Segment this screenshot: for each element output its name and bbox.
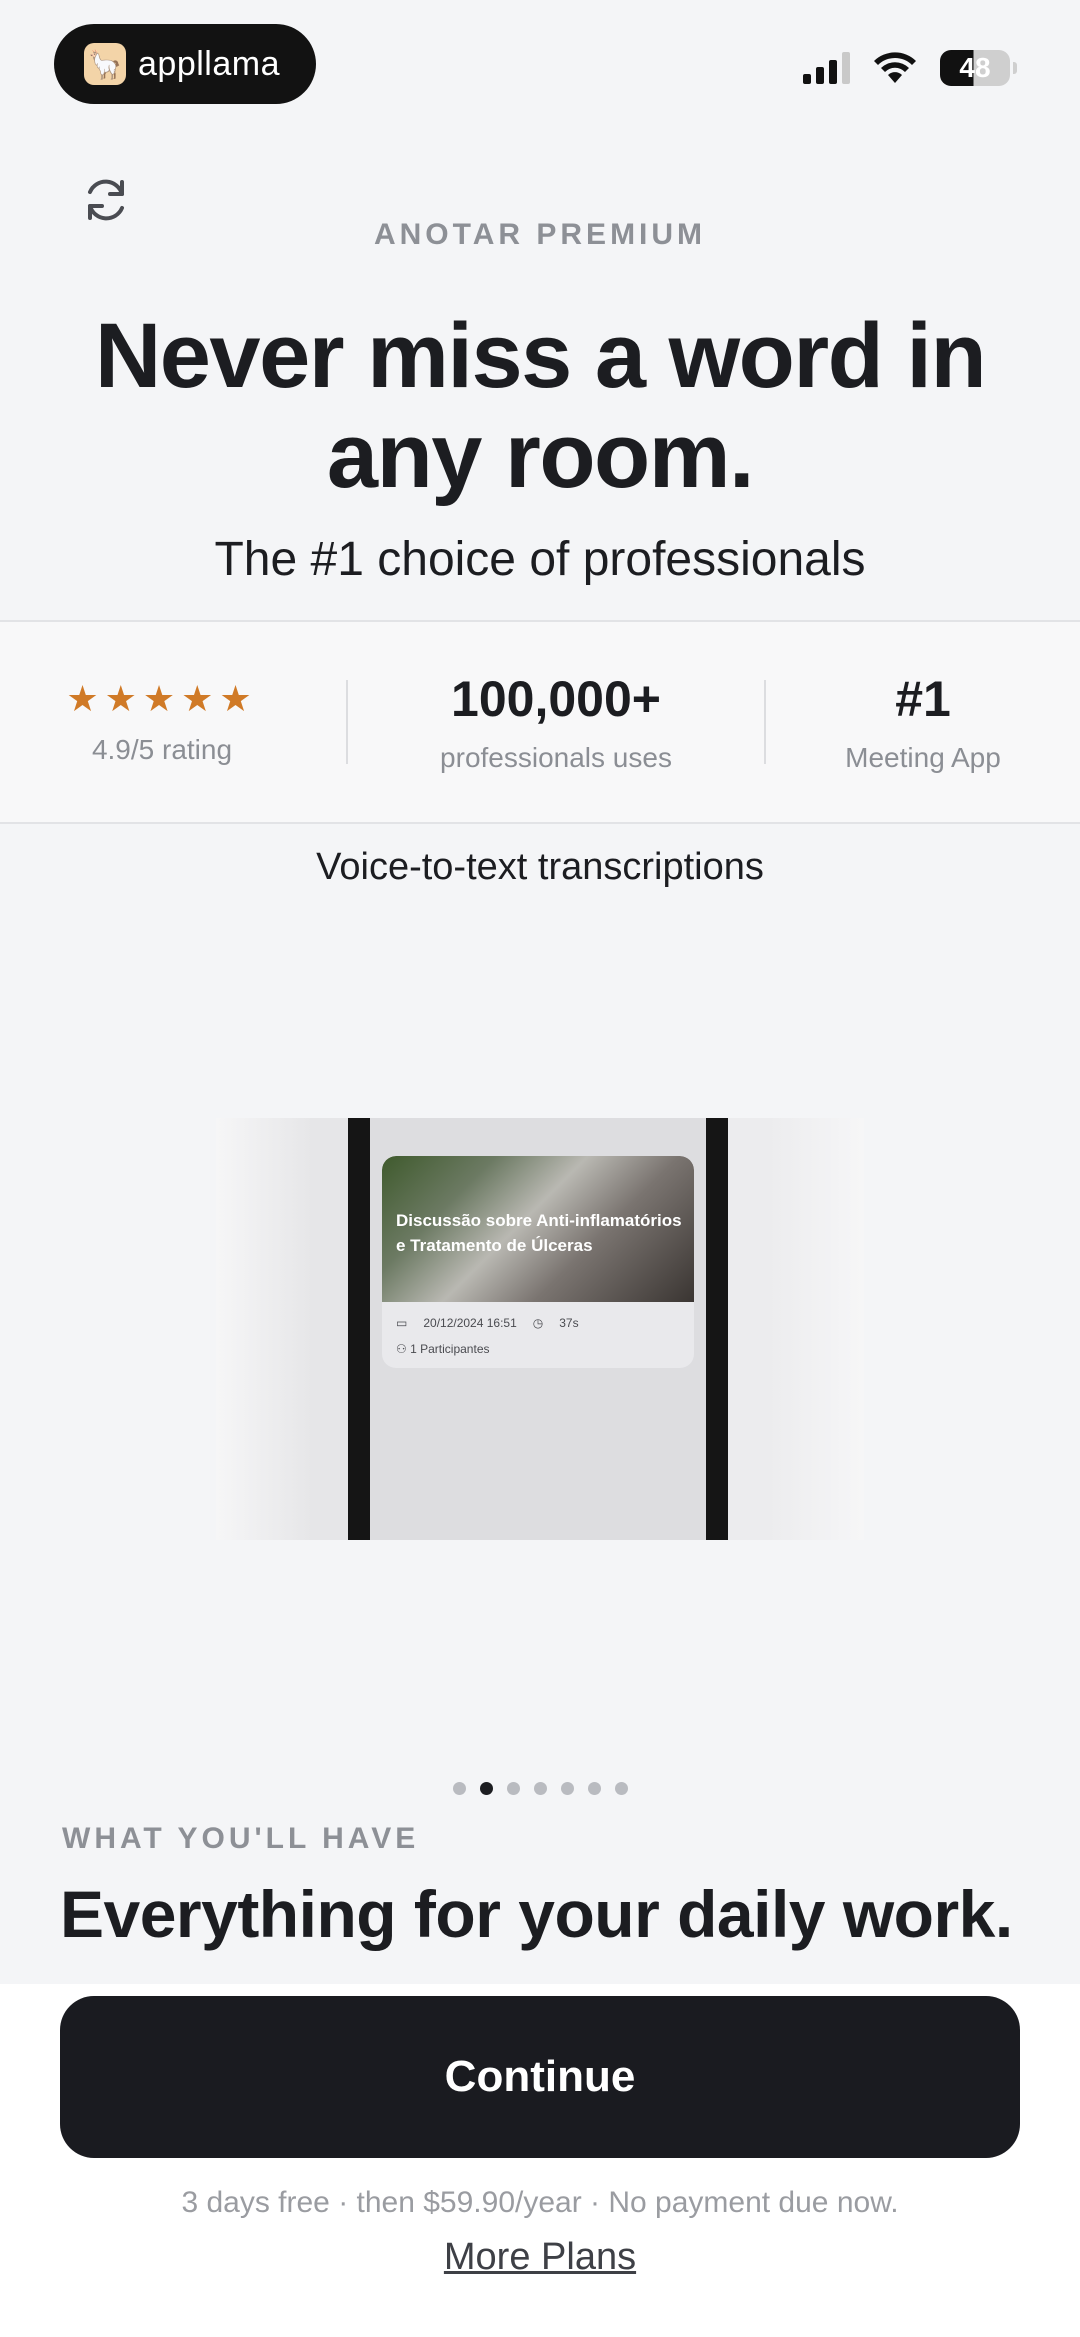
- premium-eyebrow: ANOTAR PREMIUM: [373, 218, 707, 251]
- status-icons: 48: [803, 50, 1017, 86]
- purchase-footer: Continue: [0, 1984, 1080, 2337]
- pager-dot[interactable]: [587, 1782, 601, 1795]
- signal-icon: [803, 52, 850, 84]
- recording-duration: 37s: [559, 1316, 579, 1330]
- brand-name: appllama: [138, 44, 280, 83]
- rank-value: #1: [895, 671, 951, 727]
- clock-icon: ◷: [532, 1316, 544, 1330]
- page-subtitle: The #1 choice of professionals: [214, 533, 866, 586]
- star-rating-icon: ★★★★★: [66, 678, 258, 719]
- pager-dot-active[interactable]: [479, 1782, 493, 1795]
- users-label: professionals uses: [440, 742, 672, 773]
- rating-stat: ★★★★★ 4.9/5 rating: [0, 622, 324, 822]
- wifi-icon: [872, 51, 918, 85]
- status-bar: 🦙 appllama 48: [0, 24, 1080, 104]
- carousel-pager: [0, 1782, 1080, 1795]
- brand-pill: 🦙 appllama: [54, 24, 316, 104]
- paywall-screen: 🦙 appllama 48 ANOTAR PREMIUM Never miss …: [0, 0, 1080, 2337]
- recording-date: 20/12/2024 16:51: [423, 1316, 517, 1330]
- pager-dot[interactable]: [560, 1782, 574, 1795]
- calendar-icon: ▭: [396, 1316, 408, 1330]
- pager-dot[interactable]: [533, 1782, 547, 1795]
- rating-label: 4.9/5 rating: [91, 734, 233, 765]
- section-title: Everything for your daily work.: [60, 1877, 1013, 1951]
- more-plans-link[interactable]: More Plans: [0, 2236, 1080, 2279]
- participants-icon: ⚇: [396, 1342, 407, 1356]
- pager-dot[interactable]: [614, 1782, 628, 1795]
- recording-card: Discussão sobre Anti-inflamatórios e Tra…: [382, 1156, 694, 1368]
- users-stat: 100,000+ professionals uses: [348, 622, 764, 822]
- rank-stat: #1 Meeting App: [766, 622, 1080, 822]
- pricing-terms: 3 days free · then $59.90/year · No paym…: [181, 2186, 899, 2219]
- page-title: Never miss a word in any room.: [94, 305, 987, 507]
- section-eyebrow: WHAT YOU'LL HAVE: [62, 1822, 420, 1855]
- recording-participants-row: ⚇ 1 Participantes: [382, 1342, 694, 1356]
- recording-participants: 1 Participantes: [410, 1342, 490, 1356]
- feature-preview: Discussão sobre Anti-inflamatórios e Tra…: [216, 1118, 864, 1540]
- llama-logo-icon: 🦙: [84, 43, 126, 85]
- stats-band: ★★★★★ 4.9/5 rating 100,000+ professional…: [0, 620, 1080, 824]
- pager-dot[interactable]: [452, 1782, 466, 1795]
- recording-meta: ▭ 20/12/2024 16:51 ◷ 37s: [382, 1316, 694, 1330]
- users-value: 100,000+: [451, 671, 661, 727]
- rank-label: Meeting App: [845, 742, 1001, 773]
- recording-thumbnail: Discussão sobre Anti-inflamatórios e Tra…: [382, 1156, 694, 1302]
- feature-caption: Voice-to-text transcriptions: [316, 846, 764, 888]
- battery-icon: 48: [940, 50, 1017, 86]
- pager-dot[interactable]: [506, 1782, 520, 1795]
- battery-level: 48: [959, 52, 991, 83]
- phone-mockup: Discussão sobre Anti-inflamatórios e Tra…: [348, 1118, 728, 1540]
- continue-button[interactable]: Continue: [60, 1996, 1020, 2158]
- recording-title: Discussão sobre Anti-inflamatórios e Tra…: [396, 1211, 682, 1255]
